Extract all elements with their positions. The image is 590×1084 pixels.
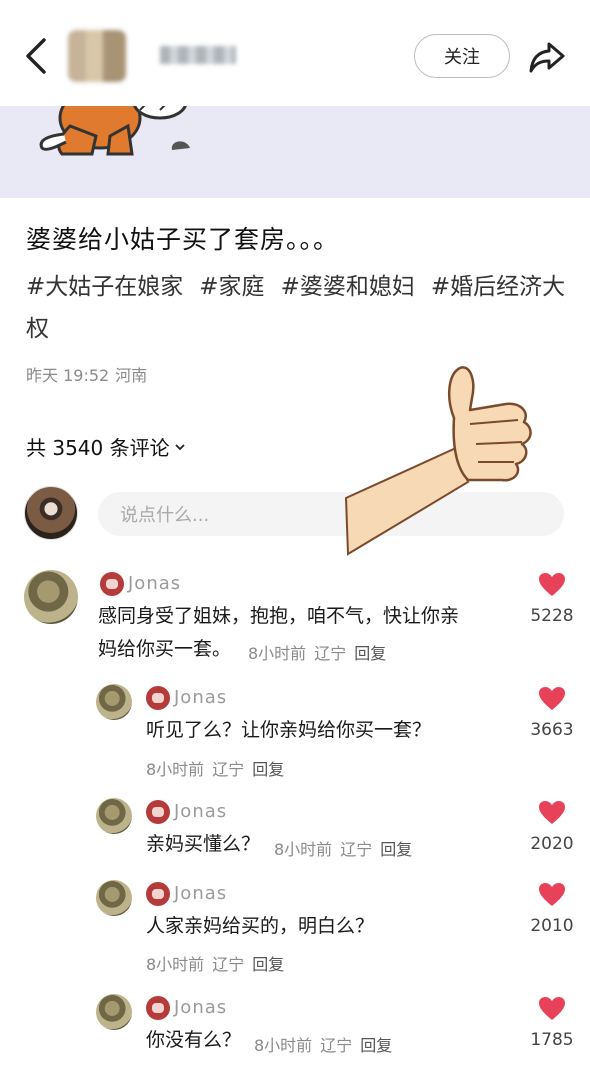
- thumbs-up-illustration: [344, 366, 532, 556]
- commenter-name[interactable]: Jonas: [174, 883, 227, 904]
- user-badge-icon: [146, 800, 170, 824]
- commenter-avatar[interactable]: [96, 684, 132, 720]
- post-location: 河南: [115, 366, 148, 385]
- comment-time: 8小时前: [146, 955, 205, 974]
- comment-time: 8小时前: [274, 840, 333, 859]
- reply-link[interactable]: 回复: [354, 644, 386, 663]
- comment-meta: 8小时前 辽宁 回复: [254, 1032, 400, 1056]
- back-arrow-icon[interactable]: [22, 36, 56, 76]
- heart-icon[interactable]: [538, 686, 566, 712]
- post-image[interactable]: [0, 96, 590, 198]
- tag-link[interactable]: #大姑子在娘家: [26, 274, 183, 300]
- comment-meta: 8小时前 辽宁 回复: [146, 951, 292, 975]
- cat-illustration: [39, 96, 190, 156]
- like-count: 2010: [530, 916, 574, 936]
- comment-count-label: 共 3540 条评论: [26, 436, 170, 460]
- comment-meta: 8小时前 辽宁 回复: [248, 640, 394, 664]
- like-count: 2020: [530, 834, 574, 854]
- heart-icon[interactable]: [538, 800, 566, 826]
- current-user-avatar: [24, 486, 78, 540]
- post-meta: 昨天 19:52 河南: [26, 362, 147, 386]
- heart-icon[interactable]: [538, 882, 566, 908]
- user-badge-icon: [146, 996, 170, 1020]
- comment-text: 人家亲妈给买的，明白么？: [146, 915, 375, 937]
- share-icon[interactable]: [528, 40, 566, 74]
- commenter-avatar[interactable]: [96, 994, 132, 1030]
- author-avatar[interactable]: [68, 30, 126, 82]
- commenter-avatar[interactable]: [96, 880, 132, 916]
- author-name-blurred[interactable]: [160, 46, 236, 64]
- like-count: 3663: [530, 720, 574, 740]
- tag-link[interactable]: #家庭: [199, 274, 264, 300]
- comment-location: 辽宁: [314, 644, 347, 663]
- user-badge-icon: [146, 882, 170, 906]
- reply-link[interactable]: 回复: [360, 1036, 392, 1055]
- top-bar: 关注: [0, 0, 590, 106]
- commenter-name[interactable]: Jonas: [174, 997, 227, 1018]
- comment-location: 辽宁: [320, 1036, 353, 1055]
- post-time: 昨天 19:52: [26, 366, 110, 385]
- user-badge-icon: [146, 686, 170, 710]
- commenter-avatar[interactable]: [96, 798, 132, 834]
- post-tags: #大姑子在娘家 #家庭 #婆婆和媳妇 #婚后经济大权: [26, 266, 571, 350]
- comment-meta: 8小时前 辽宁 回复: [274, 836, 420, 860]
- like-count: 5228: [530, 606, 574, 626]
- tag-link[interactable]: #婆婆和媳妇: [281, 274, 415, 300]
- post-title: 婆婆给小姑子买了套房。。。: [26, 225, 340, 254]
- comment-text: 听见了么？让你亲妈给你买一套？: [146, 719, 432, 741]
- comment-location: 辽宁: [340, 840, 373, 859]
- comment-time: 8小时前: [146, 760, 205, 779]
- comment-count[interactable]: 共 3540 条评论: [26, 432, 186, 461]
- commenter-name[interactable]: Jonas: [174, 687, 227, 708]
- reply-link[interactable]: 回复: [380, 840, 412, 859]
- commenter-name[interactable]: Jonas: [128, 573, 181, 594]
- commenter-avatar[interactable]: [24, 570, 78, 624]
- follow-button[interactable]: 关注: [414, 34, 510, 78]
- reply-link[interactable]: 回复: [252, 760, 284, 779]
- user-badge-icon: [100, 572, 124, 596]
- heart-icon[interactable]: [538, 996, 566, 1022]
- comment-time: 8小时前: [248, 644, 307, 663]
- comment-text: 亲妈买懂么？: [146, 833, 261, 855]
- comment-time: 8小时前: [254, 1036, 313, 1055]
- commenter-name[interactable]: Jonas: [174, 801, 227, 822]
- comment-location: 辽宁: [212, 955, 245, 974]
- comment-text-line: 感同身受了姐妹，抱抱，咱不气，快让你亲: [98, 605, 460, 627]
- comment-meta: 8小时前 辽宁 回复: [146, 756, 292, 780]
- like-count: 1785: [530, 1030, 574, 1050]
- heart-icon[interactable]: [538, 572, 566, 598]
- comment-text-line: 妈给你买一套。: [98, 638, 232, 660]
- reply-link[interactable]: 回复: [252, 955, 284, 974]
- comment-location: 辽宁: [212, 760, 245, 779]
- chevron-down-icon: [174, 443, 185, 450]
- comment-text: 你没有么？: [146, 1029, 242, 1051]
